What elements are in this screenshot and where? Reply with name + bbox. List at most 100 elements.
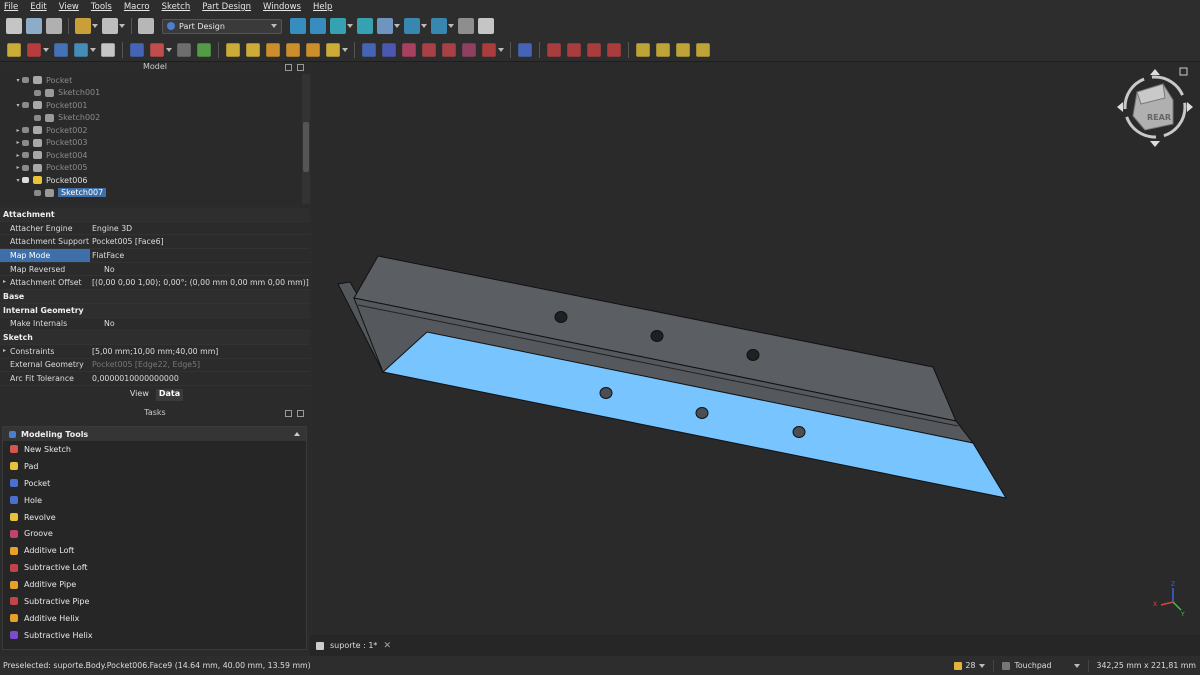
pipe-icon[interactable] (286, 42, 300, 57)
tree-item[interactable]: ▾ Pocket001 (0, 99, 302, 112)
body-icon[interactable] (7, 42, 21, 57)
property-row[interactable]: Attacher Engine Engine 3D (0, 222, 310, 236)
property-value[interactable]: [(0,00 0,00 1,00); 0,00°; (0,00 mm 0,00 … (90, 278, 310, 287)
draft-icon[interactable] (587, 42, 601, 57)
chamfer-icon[interactable] (567, 42, 581, 57)
tab-view[interactable]: View (127, 389, 152, 401)
pocket-icon[interactable] (362, 42, 376, 57)
cache-size[interactable]: 28 (966, 661, 976, 670)
nav-arrow-right-icon[interactable] (1187, 102, 1193, 112)
multi-transform-icon[interactable] (696, 42, 710, 57)
visibility-icon[interactable] (34, 114, 41, 121)
tree-item[interactable]: Sketch002 (0, 112, 302, 125)
pad-icon[interactable] (226, 42, 240, 57)
expand-arrow-icon[interactable]: ▸ (3, 347, 6, 354)
menu-edit[interactable]: Edit (30, 2, 46, 12)
visibility-icon[interactable] (22, 177, 29, 184)
expand-arrow-icon[interactable]: ▸ (14, 152, 22, 159)
undo-icon[interactable] (75, 18, 91, 34)
sub-loft-icon[interactable] (422, 42, 436, 57)
3d-viewport[interactable]: REAR X Y Z (313, 62, 1200, 635)
property-row[interactable]: External Geometry Pocket005 [Edge22, Edge… (0, 359, 310, 373)
property-value[interactable]: No (90, 265, 310, 274)
expand-arrow-icon[interactable]: ▸ (14, 164, 22, 171)
visibility-icon[interactable] (22, 152, 29, 159)
model-tree[interactable]: ▾ Pocket Sketch001 ▾ Pocket001 Sketch002 ▸ Pock… (0, 74, 302, 204)
thickness-icon[interactable] (607, 42, 621, 57)
property-row[interactable]: Arc Fit Tolerance 0,0000010000000000 (0, 372, 310, 386)
property-row[interactable]: ▸ Constraints [5,00 mm;10,00 mm;40,00 mm] (0, 345, 310, 359)
tree-item[interactable]: ▸ Pocket004 (0, 149, 302, 162)
close-tab-icon[interactable]: ✕ (383, 641, 391, 651)
part-icon[interactable] (54, 42, 68, 57)
menu-windows[interactable]: Windows (263, 2, 301, 12)
expression-icon[interactable] (101, 42, 115, 57)
task-additive-helix[interactable]: Additive Helix (3, 610, 306, 627)
scaled-icon[interactable] (676, 42, 690, 57)
redo-icon[interactable] (102, 18, 118, 34)
tree-item[interactable]: ▾ Pocket006 (0, 174, 302, 187)
visibility-icon[interactable] (34, 89, 41, 96)
close-panel-icon[interactable] (297, 64, 304, 71)
link-icon[interactable] (74, 42, 88, 57)
fit-selection-icon[interactable] (310, 18, 326, 34)
chevron-down-icon[interactable] (1073, 663, 1080, 668)
helix-icon[interactable] (306, 42, 320, 57)
tree-item[interactable]: ▸ Pocket003 (0, 137, 302, 150)
collapse-icon[interactable] (294, 432, 300, 436)
task-pad[interactable]: Pad (3, 458, 306, 475)
close-panel-icon[interactable] (297, 410, 304, 417)
expand-arrow-icon[interactable]: ▾ (14, 102, 22, 109)
tab-data[interactable]: Data (155, 389, 184, 401)
visibility-icon[interactable] (22, 102, 29, 109)
property-row[interactable]: ▸ Attachment Offset [(0,00 0,00 1,00); 0,0… (0, 276, 310, 291)
property-value[interactable]: [5,00 mm;10,00 mm;40,00 mm] (90, 347, 310, 356)
primitive-icon[interactable] (326, 42, 340, 57)
loft-icon[interactable] (266, 42, 280, 57)
std-views-icon[interactable] (377, 18, 393, 34)
polar-pattern-icon[interactable] (656, 42, 670, 57)
open-file-icon[interactable] (26, 18, 42, 34)
property-value[interactable]: Engine 3D (90, 224, 310, 233)
menu-file[interactable]: File (4, 2, 18, 12)
expand-arrow-icon[interactable]: ▾ (14, 77, 22, 84)
property-editor[interactable]: Attachment Attacher Engine Engine 3D Attach… (0, 208, 310, 388)
workbench-selector[interactable]: Part Design (162, 18, 282, 34)
what-is-this-icon[interactable] (478, 18, 494, 34)
visibility-icon[interactable] (22, 127, 29, 134)
measure-icon[interactable] (357, 18, 373, 34)
visibility-icon[interactable] (34, 189, 41, 196)
measure-tool-icon[interactable] (458, 18, 474, 34)
menu-sketch[interactable]: Sketch (162, 2, 191, 12)
navigation-style[interactable]: Touchpad (1014, 661, 1051, 670)
shape-binder-icon[interactable] (130, 42, 144, 57)
property-value[interactable]: Pocket005 [Face6] (90, 237, 310, 246)
tree-item[interactable]: Sketch007 (0, 187, 302, 200)
task-subtractive-loft[interactable]: Subtractive Loft (3, 559, 306, 576)
task-new-sketch[interactable]: New Sketch (3, 441, 306, 458)
expand-arrow-icon[interactable]: ▾ (14, 177, 22, 184)
mirror-icon[interactable] (518, 42, 532, 57)
task-subtractive-pipe[interactable]: Subtractive Pipe (3, 593, 306, 610)
tree-item[interactable]: ▾ Pocket (0, 74, 302, 87)
fillet-icon[interactable] (547, 42, 561, 57)
tree-scrollbar[interactable] (302, 74, 310, 204)
menu-help[interactable]: Help (313, 2, 332, 12)
nav-arrow-down-icon[interactable] (1150, 141, 1160, 147)
task-groove[interactable]: Groove (3, 525, 306, 542)
view-cube-icon[interactable] (330, 18, 346, 34)
property-row[interactable]: Map Mode FlatFace (0, 249, 310, 263)
revolve-icon[interactable] (246, 42, 260, 57)
expand-arrow-icon[interactable]: ▸ (14, 139, 22, 146)
property-row[interactable]: Map Reversed No (0, 263, 310, 277)
hole-icon[interactable] (382, 42, 396, 57)
menu-tools[interactable]: Tools (91, 2, 112, 12)
save-icon[interactable] (46, 18, 62, 34)
task-pocket[interactable]: Pocket (3, 475, 306, 492)
sub-helix-icon[interactable] (462, 42, 476, 57)
navigation-cube[interactable]: REAR (1117, 67, 1193, 147)
task-subtractive-helix[interactable]: Subtractive Helix (3, 627, 306, 644)
task-additive-loft[interactable]: Additive Loft (3, 542, 306, 559)
refresh-icon[interactable] (138, 18, 154, 34)
sub-pipe-icon[interactable] (442, 42, 456, 57)
